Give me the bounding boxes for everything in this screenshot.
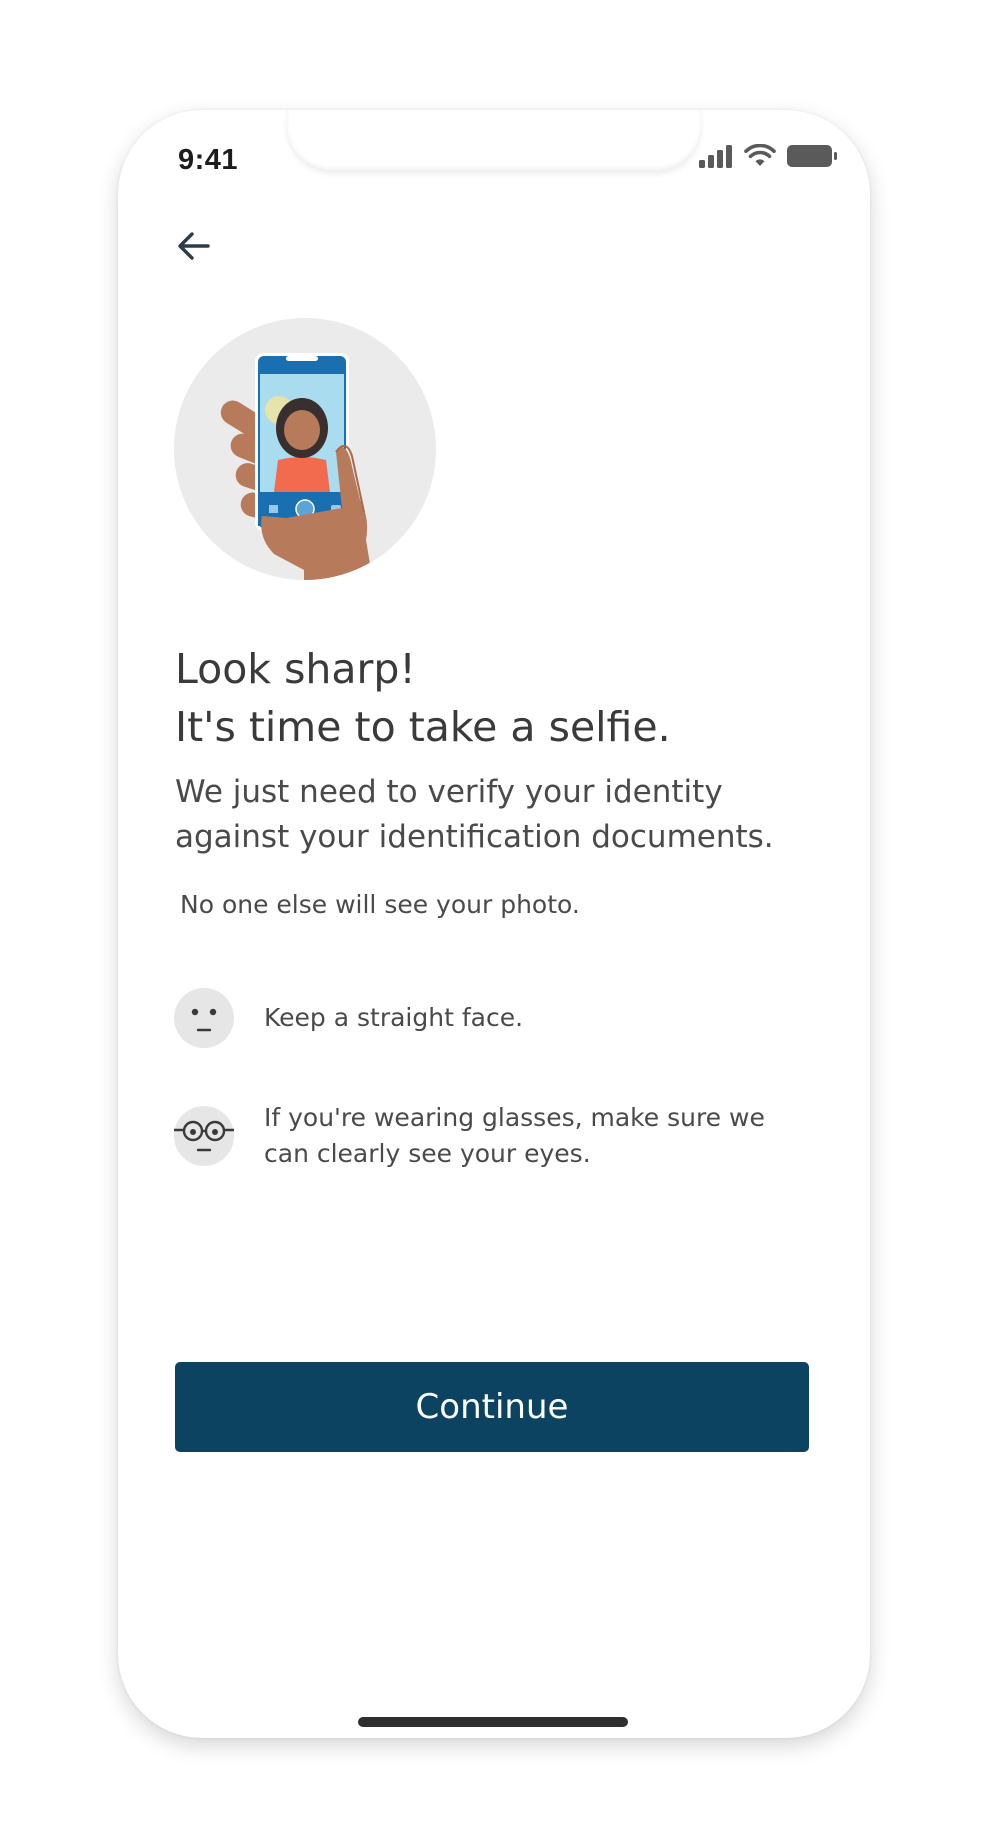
- page-subtitle: We just need to verify your identity aga…: [175, 774, 774, 855]
- straight-face-icon: [174, 988, 234, 1048]
- page-background: 9:41 Look sharp! It's time to take a sel…: [0, 0, 986, 1844]
- device-notch: [286, 110, 702, 172]
- glasses-face-icon: [174, 1106, 234, 1166]
- tip-straight-face: Keep a straight face.: [174, 988, 784, 1048]
- privacy-note: No one else will see your photo.: [180, 890, 580, 919]
- title-line-2: It's time to take a selfie.: [175, 703, 671, 751]
- cellular-signal-icon: [699, 145, 732, 168]
- title-line-1: Look sharp!: [175, 645, 416, 693]
- arrow-left-icon: [178, 232, 210, 260]
- tip-glasses: If you're wearing glasses, make sure we …: [174, 1100, 784, 1172]
- tip-text: If you're wearing glasses, make sure we …: [264, 1103, 765, 1168]
- selfie-hand-phone-illustration: [174, 318, 436, 580]
- wifi-icon: [744, 144, 776, 166]
- battery-icon: [787, 145, 837, 167]
- page-title: Look sharp! It's time to take a selfie.: [175, 640, 815, 756]
- tip-text: Keep a straight face.: [264, 1003, 524, 1032]
- continue-button[interactable]: Continue: [175, 1362, 809, 1452]
- back-button[interactable]: [170, 222, 218, 270]
- phone-frame: 9:41 Look sharp! It's time to take a sel…: [118, 110, 870, 1738]
- status-time: 9:41: [178, 144, 239, 176]
- status-icons: [698, 144, 838, 168]
- home-indicator[interactable]: [358, 1717, 628, 1727]
